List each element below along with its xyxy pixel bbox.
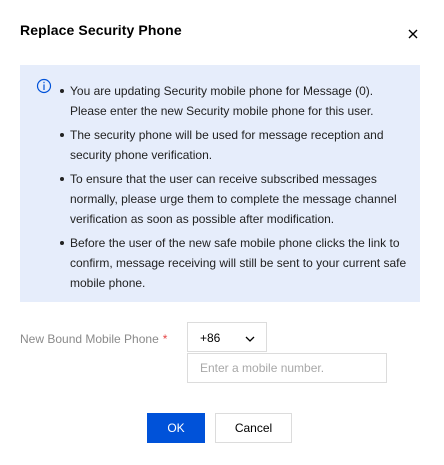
notice-panel: You are updating Security mobile phone f… (20, 65, 420, 302)
notice-item-text: The security phone will be used for mess… (70, 128, 384, 162)
info-circle-icon (36, 78, 52, 94)
country-code-value: +86 (200, 331, 221, 345)
notice-item-text: Before the user of the new safe mobile p… (70, 236, 407, 290)
close-icon[interactable] (405, 26, 421, 42)
notice-item: The security phone will be used for mess… (60, 125, 408, 165)
cancel-button[interactable]: Cancel (215, 413, 292, 443)
phone-field-label-text: New Bound Mobile Phone (20, 332, 159, 346)
chevron-down-icon (244, 332, 256, 344)
replace-security-phone-dialog: Replace Security Phone You are updating … (0, 0, 444, 465)
notice-item: You are updating Security mobile phone f… (60, 81, 408, 121)
ok-button[interactable]: OK (147, 413, 205, 443)
mobile-number-input[interactable] (187, 353, 387, 383)
notice-item: To ensure that the user can receive subs… (60, 169, 408, 229)
notice-item-text: To ensure that the user can receive subs… (70, 172, 397, 226)
notice-item: Before the user of the new safe mobile p… (60, 233, 408, 293)
notice-list: You are updating Security mobile phone f… (60, 81, 408, 297)
notice-item-text: You are updating Security mobile phone f… (70, 84, 374, 118)
required-mark: * (162, 332, 168, 346)
country-code-select[interactable]: +86 (187, 322, 267, 352)
phone-field-label: New Bound Mobile Phone * (20, 331, 167, 347)
dialog-title: Replace Security Phone (20, 22, 182, 38)
